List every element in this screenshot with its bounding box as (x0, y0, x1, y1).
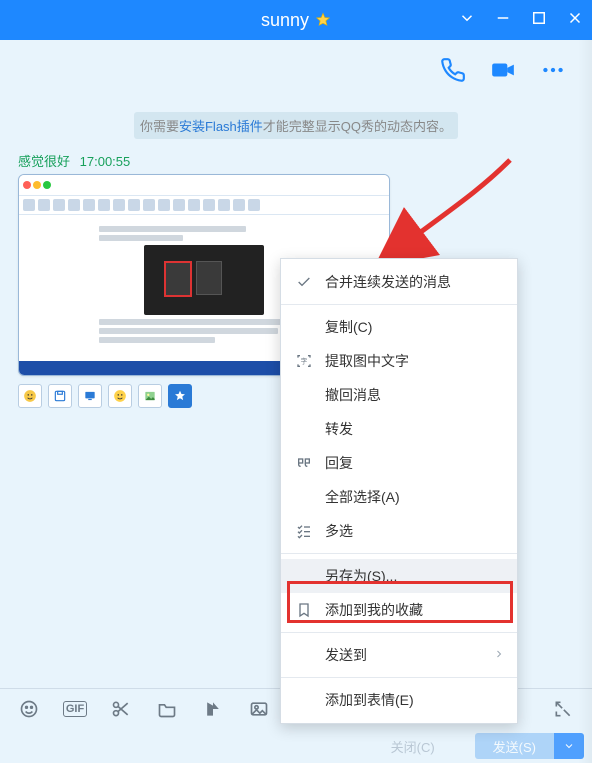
menu-label: 添加到我的收藏 (325, 600, 423, 620)
phone-icon (440, 57, 466, 83)
bookmark-icon (295, 601, 313, 619)
message-sender: 感觉很好 (18, 154, 70, 169)
quote-icon (295, 454, 313, 472)
menu-separator (281, 553, 517, 554)
menu-add-favorite[interactable]: 添加到我的收藏 (281, 593, 517, 627)
video-call-button[interactable] (490, 57, 516, 83)
image-button[interactable] (248, 698, 270, 720)
reaction-save-button[interactable] (48, 384, 72, 408)
menu-label: 全部选择(A) (325, 487, 400, 507)
menu-label: 复制(C) (325, 317, 372, 337)
send-file-button[interactable] (202, 698, 224, 720)
window-controls (458, 0, 584, 40)
folder-icon (157, 699, 177, 719)
context-menu: 合并连续发送的消息 复制(C) 字 提取图中文字 撤回消息 转发 回复 全部选择… (280, 258, 518, 724)
ocr-icon: 字 (295, 352, 313, 370)
file-button[interactable] (156, 698, 178, 720)
menu-label: 合并连续发送的消息 (325, 272, 451, 292)
menu-label: 转发 (325, 419, 353, 439)
call-toolbar (0, 40, 592, 100)
window-dropdown-button[interactable] (458, 9, 476, 32)
expand-icon (553, 699, 573, 719)
window-close-button[interactable] (566, 9, 584, 32)
chevron-right-icon (493, 647, 505, 663)
reaction-star-button[interactable] (168, 384, 192, 408)
check-icon (295, 273, 313, 291)
menu-multi-select[interactable]: 多选 (281, 514, 517, 548)
menu-copy[interactable]: 复制(C) (281, 310, 517, 344)
reaction-picture-button[interactable] (138, 384, 162, 408)
menu-separator (281, 632, 517, 633)
chat-title-text: sunny (261, 10, 309, 31)
menu-ocr[interactable]: 字 提取图中文字 (281, 344, 517, 378)
reaction-monitor-button[interactable] (78, 384, 102, 408)
menu-separator (281, 304, 517, 305)
message-time: 17:00:55 (80, 154, 131, 169)
expand-button[interactable] (552, 698, 574, 720)
menu-select-all[interactable]: 全部选择(A) (281, 480, 517, 514)
menu-label: 提取图中文字 (325, 351, 409, 371)
flash-notice: 你需要安装Flash插件才能完整显示QQ秀的动态内容。 (0, 112, 592, 139)
send-button[interactable]: 发送(S) (475, 733, 554, 759)
dots-icon (540, 57, 566, 83)
title-bar: sunny (0, 0, 592, 40)
menu-label: 撤回消息 (325, 385, 381, 405)
menu-label: 发送到 (325, 645, 367, 665)
svg-text:字: 字 (301, 357, 308, 366)
scissors-icon (111, 699, 131, 719)
checklist-icon (295, 522, 313, 540)
reaction-smile-button[interactable] (108, 384, 132, 408)
close-chat-button[interactable]: 关闭(C) (391, 737, 435, 756)
notice-install-link[interactable]: 安装Flash插件 (179, 119, 263, 134)
menu-merge-messages[interactable]: 合并连续发送的消息 (281, 265, 517, 299)
menu-label: 多选 (325, 521, 353, 541)
menu-save-as[interactable]: 另存为(S)... (281, 559, 517, 593)
menu-recall[interactable]: 撤回消息 (281, 378, 517, 412)
emoji-button[interactable] (18, 698, 40, 720)
menu-label: 添加到表情(E) (325, 690, 414, 710)
send-up-icon (203, 699, 223, 719)
window-maximize-button[interactable] (530, 9, 548, 32)
screenshot-button[interactable] (110, 698, 132, 720)
notice-post: 才能完整显示QQ秀的动态内容。 (263, 119, 452, 134)
send-row: 关闭(C) 发送(S) (0, 729, 592, 763)
video-icon (490, 57, 516, 83)
menu-separator (281, 677, 517, 678)
menu-label: 另存为(S)... (325, 566, 397, 586)
chat-title: sunny (261, 10, 331, 31)
image-icon (249, 699, 269, 719)
voice-call-button[interactable] (440, 57, 466, 83)
star-icon (315, 12, 331, 28)
window-minimize-button[interactable] (494, 9, 512, 32)
scrollbar[interactable] (578, 40, 592, 763)
reaction-emoji-button[interactable] (18, 384, 42, 408)
message-meta: 感觉很好 17:00:55 (18, 151, 574, 170)
gif-icon: GIF (63, 701, 87, 717)
menu-forward[interactable]: 转发 (281, 412, 517, 446)
image-content (19, 175, 389, 196)
more-actions-button[interactable] (540, 57, 566, 83)
menu-send-to[interactable]: 发送到 (281, 638, 517, 672)
smile-icon (19, 699, 39, 719)
menu-label: 回复 (325, 453, 353, 473)
gif-button[interactable]: GIF (64, 698, 86, 720)
menu-add-emoji[interactable]: 添加到表情(E) (281, 683, 517, 717)
notice-pre: 你需要 (140, 119, 179, 134)
menu-reply[interactable]: 回复 (281, 446, 517, 480)
